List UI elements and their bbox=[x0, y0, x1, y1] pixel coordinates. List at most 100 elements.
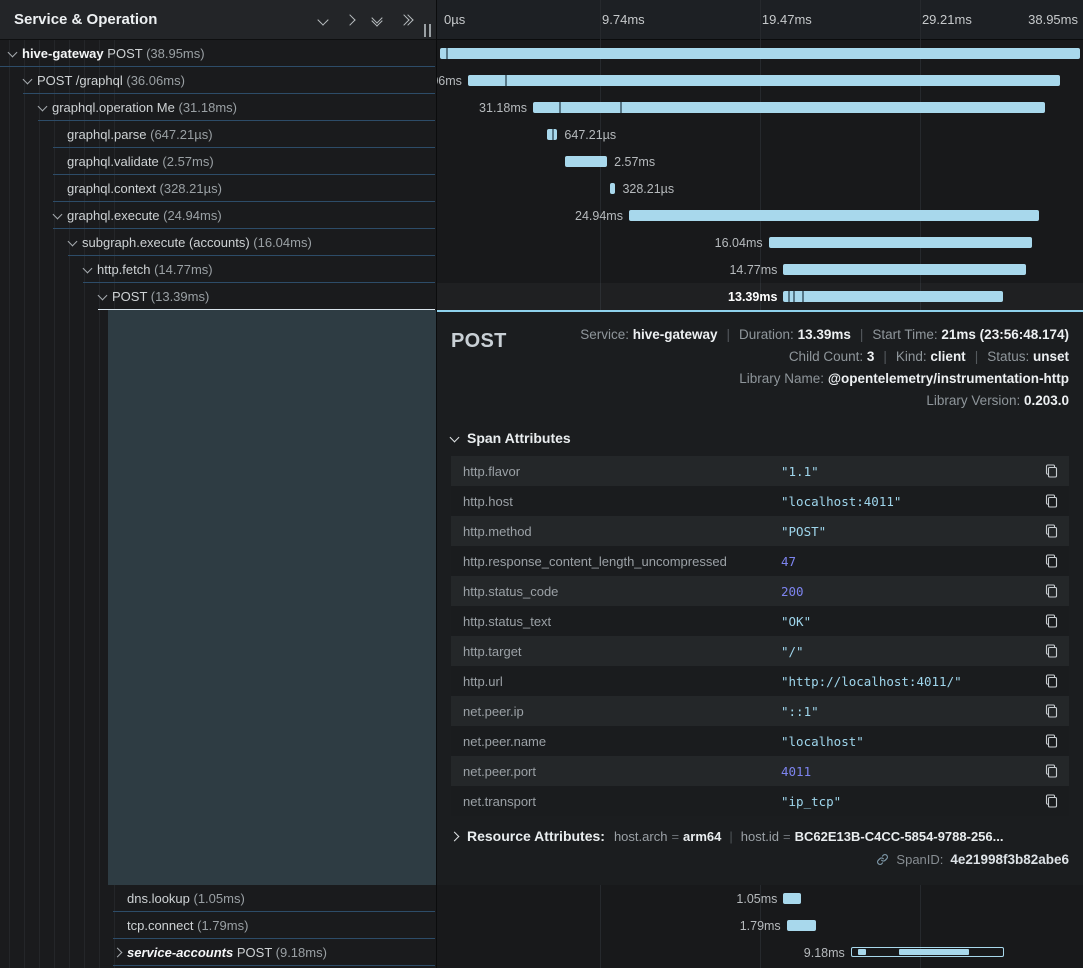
double-chevron-right-icon[interactable] bbox=[400, 16, 412, 24]
chevron-down-icon[interactable] bbox=[53, 202, 67, 229]
span-tree-row[interactable]: graphql.operation Me (31.18ms) bbox=[0, 94, 436, 121]
waterfall-row[interactable]: 9.18ms bbox=[437, 939, 1083, 966]
span-tree-row[interactable]: http.fetch (14.77ms) bbox=[0, 256, 436, 283]
span-tree-row[interactable]: graphql.validate (2.57ms) bbox=[0, 148, 436, 175]
span-label: service-accounts POST (9.18ms) bbox=[127, 945, 327, 960]
copy-value-icon[interactable] bbox=[1033, 554, 1069, 568]
span-detail-panel: POST Service: hive-gateway|Duration: 13.… bbox=[437, 310, 1083, 885]
span-bar[interactable] bbox=[468, 75, 1061, 86]
copy-value-icon[interactable] bbox=[1033, 764, 1069, 778]
copy-value-icon[interactable] bbox=[1033, 464, 1069, 478]
bar-mark bbox=[793, 291, 795, 302]
selected-span-block bbox=[108, 310, 436, 885]
bar-mark bbox=[446, 48, 448, 59]
span-label: POST (13.39ms) bbox=[112, 289, 209, 304]
waterfall-row[interactable]: 36.06ms bbox=[437, 67, 1083, 94]
span-bar[interactable] bbox=[440, 48, 1080, 59]
span-bar[interactable] bbox=[610, 183, 615, 194]
attribute-value: 4011 bbox=[781, 764, 1033, 779]
span-tree-row[interactable]: hive-gateway POST (38.95ms) bbox=[0, 40, 436, 67]
bar-mark bbox=[552, 129, 554, 140]
waterfall-row[interactable]: 16.04ms bbox=[437, 229, 1083, 256]
copy-value-icon[interactable] bbox=[1033, 674, 1069, 688]
chevron-down-icon[interactable] bbox=[319, 16, 327, 24]
span-attributes-toggle[interactable]: Span Attributes bbox=[451, 430, 1069, 446]
copy-value-icon[interactable] bbox=[1033, 704, 1069, 718]
panel-title: Service & Operation bbox=[14, 11, 157, 28]
chevron-down-icon[interactable] bbox=[98, 283, 112, 310]
detail-meta: Service: hive-gateway|Duration: 13.39ms|… bbox=[580, 324, 1069, 412]
waterfall-row[interactable]: 328.21µs bbox=[437, 175, 1083, 202]
copy-value-icon[interactable] bbox=[1033, 644, 1069, 658]
double-chevron-down-icon[interactable] bbox=[373, 14, 381, 25]
waterfall-row[interactable]: 647.21µs bbox=[437, 121, 1083, 148]
span-bar[interactable] bbox=[629, 210, 1039, 221]
span-tree-row[interactable]: subgraph.execute (accounts) (16.04ms) bbox=[0, 229, 436, 256]
waterfall-row[interactable]: 1.05ms bbox=[437, 885, 1083, 912]
span-bar[interactable] bbox=[565, 156, 607, 167]
attribute-key: net.peer.name bbox=[451, 734, 781, 749]
panel-divider[interactable] bbox=[436, 0, 437, 968]
span-bar[interactable] bbox=[783, 291, 1003, 302]
span-tree-row[interactable]: service-accounts POST (9.18ms) bbox=[0, 939, 436, 966]
span-tree-row[interactable]: graphql.execute (24.94ms) bbox=[0, 202, 436, 229]
span-label: graphql.execute (24.94ms) bbox=[67, 208, 222, 223]
span-tree-row[interactable]: POST /graphql (36.06ms) bbox=[0, 67, 436, 94]
waterfall-row[interactable]: 38.95ms bbox=[437, 40, 1083, 67]
span-label: http.fetch (14.77ms) bbox=[97, 262, 213, 277]
bar-mark bbox=[505, 75, 507, 86]
chevron-down-icon[interactable] bbox=[83, 256, 97, 283]
span-bar[interactable] bbox=[783, 893, 800, 904]
attribute-key: http.status_code bbox=[451, 584, 781, 599]
span-bar[interactable] bbox=[787, 920, 816, 931]
panel-resize-handle[interactable] bbox=[424, 24, 431, 37]
chevron-down-icon[interactable] bbox=[23, 67, 37, 94]
span-tree-row[interactable]: graphql.parse (647.21µs) bbox=[0, 121, 436, 148]
copy-value-icon[interactable] bbox=[1033, 794, 1069, 808]
resource-attributes-row[interactable]: Resource Attributes: host.arch=arm64|hos… bbox=[451, 828, 1069, 844]
attribute-key: http.url bbox=[451, 674, 781, 689]
waterfall-row[interactable]: 13.39ms bbox=[437, 283, 1083, 310]
copy-value-icon[interactable] bbox=[1033, 524, 1069, 538]
chevron-right-icon[interactable] bbox=[113, 939, 127, 966]
span-bar[interactable] bbox=[783, 264, 1026, 275]
span-tree-row[interactable]: dns.lookup (1.05ms) bbox=[0, 885, 436, 912]
attribute-key: http.flavor bbox=[451, 464, 781, 479]
attribute-key: http.method bbox=[451, 524, 781, 539]
span-tree-row[interactable]: graphql.context (328.21µs) bbox=[0, 175, 436, 202]
chevron-down-icon[interactable] bbox=[8, 40, 22, 67]
link-icon[interactable] bbox=[876, 853, 889, 866]
attribute-key: http.response_content_length_uncompresse… bbox=[451, 554, 781, 569]
span-bar[interactable] bbox=[769, 237, 1033, 248]
span-tree-row[interactable]: tcp.connect (1.79ms) bbox=[0, 912, 436, 939]
waterfall-row[interactable]: 31.18ms bbox=[437, 94, 1083, 121]
waterfall-row[interactable]: 2.57ms bbox=[437, 148, 1083, 175]
copy-value-icon[interactable] bbox=[1033, 584, 1069, 598]
span-bar[interactable] bbox=[851, 947, 1004, 957]
bar-segment bbox=[858, 949, 866, 955]
detail-meta-line: Library Version: 0.203.0 bbox=[580, 390, 1069, 412]
span-label: graphql.context (328.21µs) bbox=[67, 181, 222, 196]
chevron-right-icon[interactable] bbox=[346, 16, 354, 24]
resource-attributes-pairs: host.arch=arm64|host.id=BC62E13B-C4CC-58… bbox=[614, 829, 1004, 844]
copy-value-icon[interactable] bbox=[1033, 494, 1069, 508]
span-bar[interactable] bbox=[547, 129, 558, 140]
attribute-row: net.transport"ip_tcp" bbox=[451, 786, 1069, 816]
chevron-down-icon[interactable] bbox=[38, 94, 52, 121]
span-label: POST /graphql (36.06ms) bbox=[37, 73, 185, 88]
resource-attributes-title: Resource Attributes: bbox=[467, 828, 605, 844]
waterfall-row[interactable]: 14.77ms bbox=[437, 256, 1083, 283]
span-bar[interactable] bbox=[533, 102, 1045, 113]
waterfall-row[interactable]: 1.79ms bbox=[437, 912, 1083, 939]
span-attributes-title: Span Attributes bbox=[467, 430, 571, 446]
attribute-value: "/" bbox=[781, 644, 1033, 659]
span-id-label: SpanID: bbox=[896, 852, 943, 867]
chevron-down-icon[interactable] bbox=[68, 229, 82, 256]
waterfall-row[interactable]: 24.94ms bbox=[437, 202, 1083, 229]
attribute-row: http.response_content_length_uncompresse… bbox=[451, 546, 1069, 576]
bar-mark bbox=[788, 291, 790, 302]
copy-value-icon[interactable] bbox=[1033, 614, 1069, 628]
bar-mark bbox=[620, 102, 622, 113]
copy-value-icon[interactable] bbox=[1033, 734, 1069, 748]
span-tree-row[interactable]: POST (13.39ms) bbox=[0, 283, 436, 310]
